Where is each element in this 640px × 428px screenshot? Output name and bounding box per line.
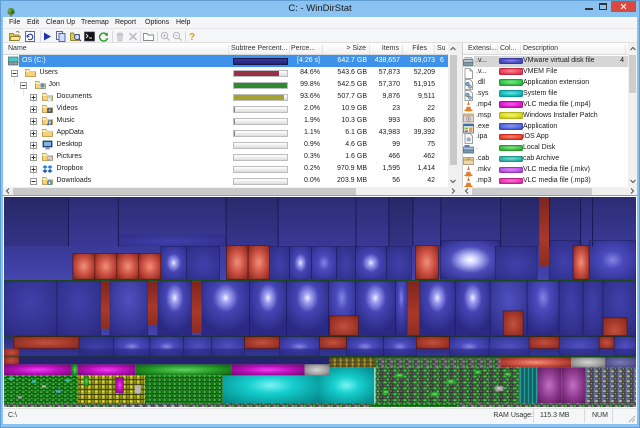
svg-text:?: ? [189,32,195,42]
